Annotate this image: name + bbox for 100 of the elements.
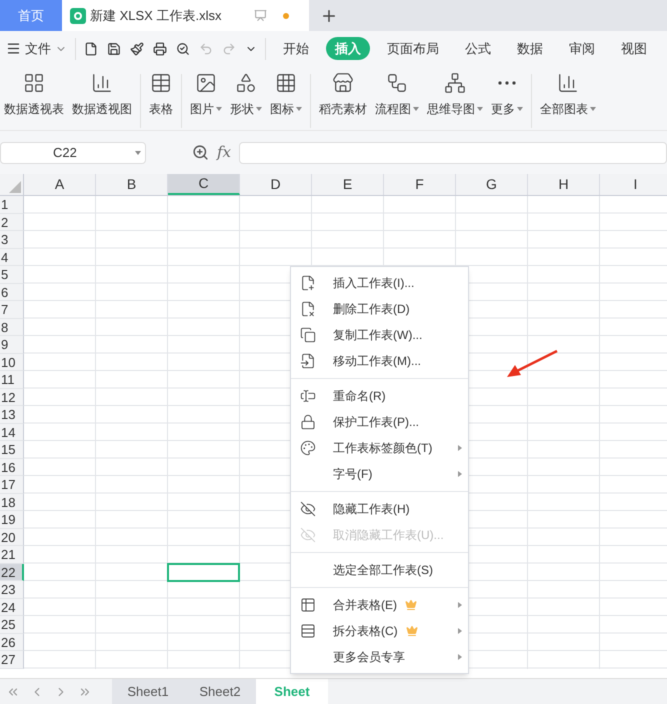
row-header[interactable]: 27	[0, 651, 24, 668]
column-header[interactable]: D	[240, 174, 312, 195]
file-menu[interactable]: 文件	[25, 38, 51, 58]
ribbon-tab[interactable]: 视图	[612, 36, 656, 60]
row-header[interactable]: 24	[0, 598, 24, 616]
submenu-arrow-icon	[458, 602, 462, 608]
ribbon-button[interactable]: 思维导图	[423, 72, 487, 130]
lock-icon	[300, 414, 316, 430]
column-header[interactable]: G	[456, 174, 528, 195]
menu-item[interactable]: 移动工作表(M)...	[291, 348, 468, 374]
menu-item[interactable]: 字号(F)	[291, 461, 468, 487]
menu-item[interactable]: 保护工作表(P)...	[291, 409, 468, 435]
ribbon-button[interactable]: 图片	[186, 72, 226, 130]
ribbon-button[interactable]: 流程图	[371, 72, 423, 130]
ribbon-button[interactable]: 稻壳素材	[315, 72, 371, 130]
mind-map-icon	[444, 72, 466, 94]
ribbon-button[interactable]: 表格	[145, 72, 177, 130]
row-header[interactable]: 1	[0, 196, 24, 214]
row-header[interactable]: 12	[0, 388, 24, 406]
column-header[interactable]: A	[24, 174, 96, 195]
column-header[interactable]: E	[312, 174, 384, 195]
submenu-arrow-icon	[458, 654, 462, 660]
ribbon-tab[interactable]: 数据	[508, 36, 552, 60]
hidden-eye-icon	[300, 501, 316, 517]
row-header[interactable]: 5	[0, 266, 24, 284]
menu-item[interactable]: 选定全部工作表(S)	[291, 557, 468, 583]
undo-icon[interactable]	[199, 42, 213, 56]
submenu-arrow-icon	[458, 471, 462, 477]
row-header[interactable]: 21	[0, 546, 24, 564]
ribbon-button[interactable]: 数据透视表	[0, 72, 68, 130]
menu-item[interactable]: 更多会员专享	[291, 644, 468, 670]
new-file-icon[interactable]	[84, 42, 98, 56]
row-header[interactable]: 19	[0, 511, 24, 528]
ribbon-button[interactable]: 图标	[266, 72, 306, 130]
row-header[interactable]: 2	[0, 214, 24, 231]
sheet-tab[interactable]: Sheet2	[184, 679, 256, 704]
formula-input[interactable]	[239, 142, 667, 164]
caret-icon	[477, 107, 483, 111]
zoom-icon[interactable]	[192, 144, 209, 161]
format-painter-icon[interactable]	[130, 42, 144, 56]
row-header[interactable]: 14	[0, 424, 24, 441]
print-preview-icon[interactable]	[176, 42, 190, 56]
row-header[interactable]: 18	[0, 494, 24, 511]
print-icon[interactable]	[153, 42, 167, 56]
row-header[interactable]: 3	[0, 231, 24, 248]
row-header[interactable]: 13	[0, 406, 24, 424]
insert-sheet-icon	[300, 275, 316, 291]
spreadsheet-icon	[70, 8, 86, 24]
row-header[interactable]: 23	[0, 581, 24, 598]
arrow-drawing	[505, 349, 559, 379]
caret-icon	[590, 107, 596, 111]
column-header[interactable]: I	[600, 174, 667, 195]
menu-item[interactable]: 拆分表格(C)	[291, 618, 468, 644]
menu-item[interactable]: 合并表格(E)	[291, 592, 468, 618]
redo-icon[interactable]	[222, 42, 236, 56]
menu-icon[interactable]	[6, 41, 21, 56]
row-header[interactable]: 7	[0, 301, 24, 318]
row-header[interactable]: 26	[0, 634, 24, 651]
image-icon	[195, 72, 217, 94]
row-header[interactable]: 17	[0, 476, 24, 494]
menu-item[interactable]: 删除工作表(D)	[291, 296, 468, 322]
row-header[interactable]: 6	[0, 284, 24, 301]
rows-icon	[300, 623, 316, 639]
row-header[interactable]: 4	[0, 248, 24, 266]
row-header[interactable]: 15	[0, 441, 24, 458]
column-header[interactable]: F	[384, 174, 456, 195]
menu-item[interactable]: 插入工作表(I)...	[291, 270, 468, 296]
palette-icon	[300, 440, 316, 456]
ribbon-button[interactable]: 形状	[226, 72, 266, 130]
row-header[interactable]: 22	[0, 564, 24, 581]
selected-cell[interactable]	[167, 562, 240, 582]
sheet-tab[interactable]: Sheet1	[112, 679, 184, 704]
ribbon-tab[interactable]: 开始	[274, 36, 318, 60]
menu-item[interactable]: 重命名(R)	[291, 383, 468, 409]
rename-icon	[300, 388, 316, 404]
column-header[interactable]: C	[168, 174, 240, 195]
select-all-icon[interactable]	[9, 181, 21, 193]
row-header[interactable]: 25	[0, 616, 24, 634]
ribbon-button[interactable]: 数据透视图	[68, 72, 136, 130]
menu-item[interactable]: 隐藏工作表(H)	[291, 496, 468, 522]
ribbon-tab[interactable]: 公式	[456, 36, 500, 60]
submenu-arrow-icon	[458, 445, 462, 451]
row-header[interactable]: 9	[0, 336, 24, 354]
column-header[interactable]: H	[528, 174, 600, 195]
row-header[interactable]: 10	[0, 354, 24, 371]
caret-icon	[413, 107, 419, 111]
row-header[interactable]: 11	[0, 371, 24, 388]
row-header[interactable]: 16	[0, 458, 24, 476]
row-header[interactable]: 8	[0, 318, 24, 336]
menu-item[interactable]: 工作表标签颜色(T)	[291, 435, 468, 461]
function-label[interactable]: fx	[217, 141, 232, 164]
row-header[interactable]: 20	[0, 528, 24, 546]
document-tab[interactable]: 新建 XLSX 工作表.xlsx	[62, 0, 309, 31]
ribbon-tab[interactable]: 页面布局	[378, 36, 448, 60]
ribbon-button[interactable]: 全部图表	[536, 72, 600, 130]
save-icon[interactable]	[107, 42, 121, 56]
name-box[interactable]: C22	[0, 142, 146, 164]
menu-item[interactable]: 复制工作表(W)...	[291, 322, 468, 348]
ribbon-button[interactable]: 更多	[487, 72, 527, 130]
ribbon-tab[interactable]: 审阅	[560, 36, 604, 60]
